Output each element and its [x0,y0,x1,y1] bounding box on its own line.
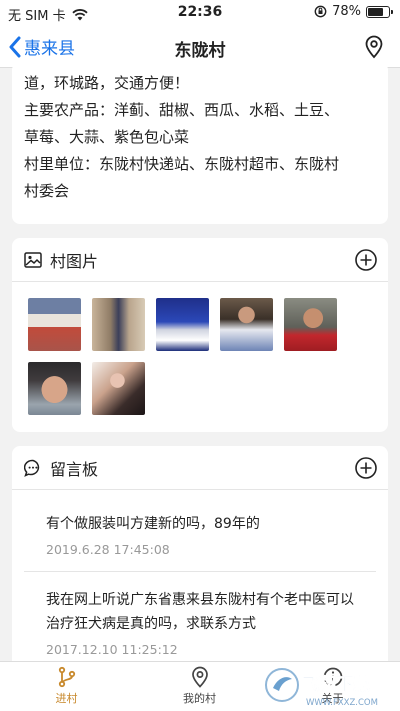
tab-enter-village[interactable]: 进村 [0,666,133,706]
tab-label: 进村 [55,692,78,705]
photos-header: 村图片 [12,238,388,282]
village-photos-card: 村图片 [12,238,388,432]
message-text: 有个做服装叫方建新的吗，89年的 [46,516,260,532]
photo-grid [12,282,388,415]
village-info-card: 道，环城路，交通方便！ 主要农产品：洋蓟、甜椒、西瓜、水稻、土豆、 草莓、大蒜、… [12,62,388,224]
image-icon [24,251,42,268]
message-board-card: 留言板 有个做服装叫方建新的吗，89年的 2019.6.28 17:45:08 … [12,446,388,672]
photo-thumbnail[interactable] [156,298,209,351]
message-text: 我在网上听说广东省惠来县东陇村有个老中医可以治疗狂犬病是真的吗，求联系方式 [46,592,354,632]
chat-bubble-icon [24,459,40,477]
message-date: 2017.12.10 11:25:12 [46,642,178,657]
status-bar: 无 SIM 卡 22:36 78% [0,0,400,26]
message-item[interactable]: 我在网上听说广东省惠来县东陇村有个老中医可以治疗狂犬病是真的吗，求联系方式 20… [24,572,376,671]
photo-thumbnail[interactable] [220,298,273,351]
battery-percent: 78% [332,4,361,19]
photo-thumbnail[interactable] [92,362,145,415]
route-icon [58,666,75,688]
photos-title: 村图片 [50,251,99,271]
info-line: 村委会 [24,182,70,200]
orientation-lock-icon [314,5,327,18]
photo-thumbnail[interactable] [92,298,145,351]
watermark: 飞翔下载 WWW.FXXZ.COM [262,661,392,711]
photo-thumbnail[interactable] [28,362,81,415]
board-title: 留言板 [50,459,99,479]
watermark-logo: 飞翔下载 WWW.FXXZ.COM [265,668,378,708]
add-message-button[interactable] [354,456,378,480]
info-line: 草莓、大蒜、紫色包心菜 [24,128,190,146]
page-title: 东陇村 [174,41,226,61]
board-header: 留言板 [12,446,388,490]
message-date: 2019.6.28 17:45:08 [46,542,170,557]
watermark-text: 飞翔下载 [302,674,370,695]
info-line: 主要农产品：洋蓟、甜椒、西瓜、水稻、土豆、 [24,101,340,119]
tab-my-village[interactable]: 我的村 [133,666,266,706]
info-line: 道，环城路，交通方便！ [24,74,190,92]
location-pin-icon[interactable] [364,35,384,59]
watermark-url: WWW.FXXZ.COM [306,698,378,708]
location-pin-icon [191,666,208,688]
tab-label: 我的村 [183,692,216,705]
battery-icon [366,5,393,18]
message-item[interactable]: 有个做服装叫方建新的吗，89年的 2019.6.28 17:45:08 [24,490,376,572]
photo-thumbnail[interactable] [284,298,337,351]
add-photo-button[interactable] [354,248,378,272]
battery-level [368,7,383,16]
info-line: 村里单位：东陇村快递站、东陇村超市、东陇村 [24,155,340,173]
photo-thumbnail[interactable] [28,298,81,351]
